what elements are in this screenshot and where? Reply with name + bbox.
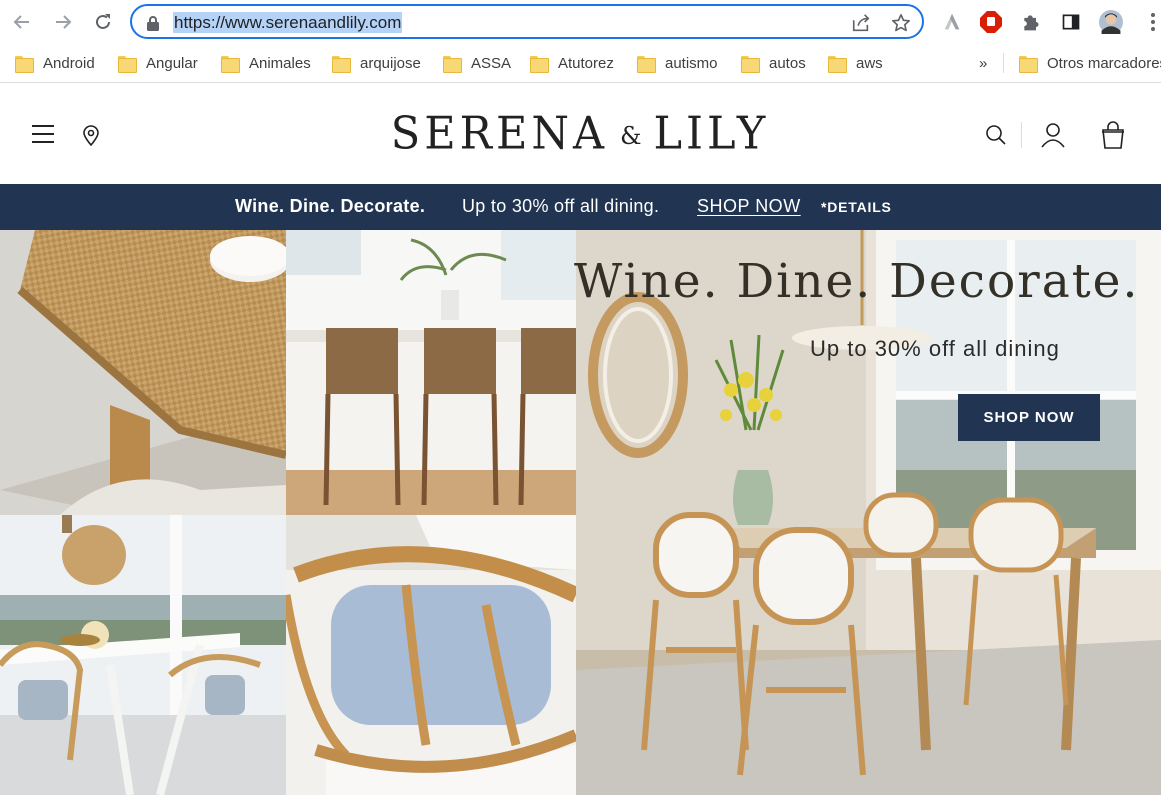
search-icon[interactable] xyxy=(985,124,1007,146)
bookmark-folder[interactable]: Atutorez xyxy=(530,52,614,74)
outdoor-dining-photo xyxy=(0,515,286,795)
counter-stools-photo xyxy=(286,230,576,515)
folder-icon xyxy=(637,55,656,73)
folder-icon xyxy=(118,55,137,73)
address-bar[interactable]: https://www.serenaandlily.com xyxy=(130,4,924,39)
bookmark-folder[interactable]: aws xyxy=(828,52,883,74)
promo-title: Wine. Dine. Decorate. xyxy=(235,196,426,216)
hero-banner[interactable]: Wine. Dine. Decorate. Up to 30% off all … xyxy=(0,230,1161,795)
share-icon[interactable] xyxy=(850,12,872,34)
folder-icon xyxy=(741,55,760,73)
bookmarks-overflow-button[interactable]: » xyxy=(979,55,987,72)
hamburger-menu-icon[interactable] xyxy=(32,125,54,143)
kebab-menu-icon[interactable] xyxy=(1141,10,1161,34)
bookmark-folder[interactable]: arquijose xyxy=(332,52,421,74)
folder-icon xyxy=(443,55,462,73)
forward-arrow-icon[interactable] xyxy=(50,9,76,35)
header-divider xyxy=(1021,122,1022,148)
bookmarks-bar: Android Angular Animales arquijose ASSA … xyxy=(0,43,1161,83)
reload-icon[interactable] xyxy=(90,9,116,35)
folder-icon xyxy=(1019,55,1038,73)
bookmark-folder[interactable]: Animales xyxy=(221,52,311,74)
account-icon[interactable] xyxy=(1041,122,1065,148)
bookmarks-divider xyxy=(1003,53,1004,73)
puzzle-extensions-icon[interactable] xyxy=(1019,10,1043,34)
ink-extension-icon[interactable] xyxy=(940,10,964,34)
url-text[interactable]: https://www.serenaandlily.com xyxy=(173,12,403,33)
shopping-bag-icon[interactable] xyxy=(1099,120,1127,150)
site-header: SERENA & LILY xyxy=(0,84,1161,184)
back-arrow-icon[interactable] xyxy=(9,9,35,35)
bookmark-folder[interactable]: autismo xyxy=(637,52,718,74)
promo-text: Up to 30% off all dining. xyxy=(462,196,660,216)
promo-banner: Wine. Dine. Decorate. Up to 30% off all … xyxy=(0,184,1161,230)
bookmark-folder[interactable]: Android xyxy=(15,52,95,74)
adblock-extension-icon[interactable] xyxy=(979,10,1003,34)
location-pin-icon[interactable] xyxy=(82,124,100,146)
bookmark-star-icon[interactable] xyxy=(890,12,912,34)
promo-shop-now-link[interactable]: SHOP NOW xyxy=(697,196,801,217)
other-bookmarks-folder[interactable]: Otros marcadores xyxy=(1019,52,1161,74)
lock-icon[interactable] xyxy=(146,15,160,31)
folder-icon xyxy=(530,55,549,73)
folder-icon xyxy=(332,55,351,73)
bookmark-folder[interactable]: autos xyxy=(741,52,806,74)
hero-title: Wine. Dine. Decorate. xyxy=(574,254,1140,309)
dining-room-photo xyxy=(576,230,1161,795)
folder-icon xyxy=(828,55,847,73)
browser-toolbar: https://www.serenaandlily.com xyxy=(0,0,1161,43)
promo-details-link[interactable]: *DETAILS xyxy=(821,199,892,215)
hero-subtitle: Up to 30% off all dining xyxy=(810,336,1060,361)
woven-table-photo xyxy=(0,230,286,515)
folder-icon xyxy=(221,55,240,73)
side-panel-icon[interactable] xyxy=(1059,10,1083,34)
hero-shop-now-button[interactable]: SHOP NOW xyxy=(958,394,1100,441)
bookmark-folder[interactable]: ASSA xyxy=(443,52,511,74)
rattan-chair-photo xyxy=(286,515,576,795)
brand-logo[interactable]: SERENA & LILY xyxy=(391,104,765,164)
profile-avatar-icon[interactable] xyxy=(1099,10,1123,34)
folder-icon xyxy=(15,55,34,73)
bookmark-folder[interactable]: Angular xyxy=(118,52,198,74)
